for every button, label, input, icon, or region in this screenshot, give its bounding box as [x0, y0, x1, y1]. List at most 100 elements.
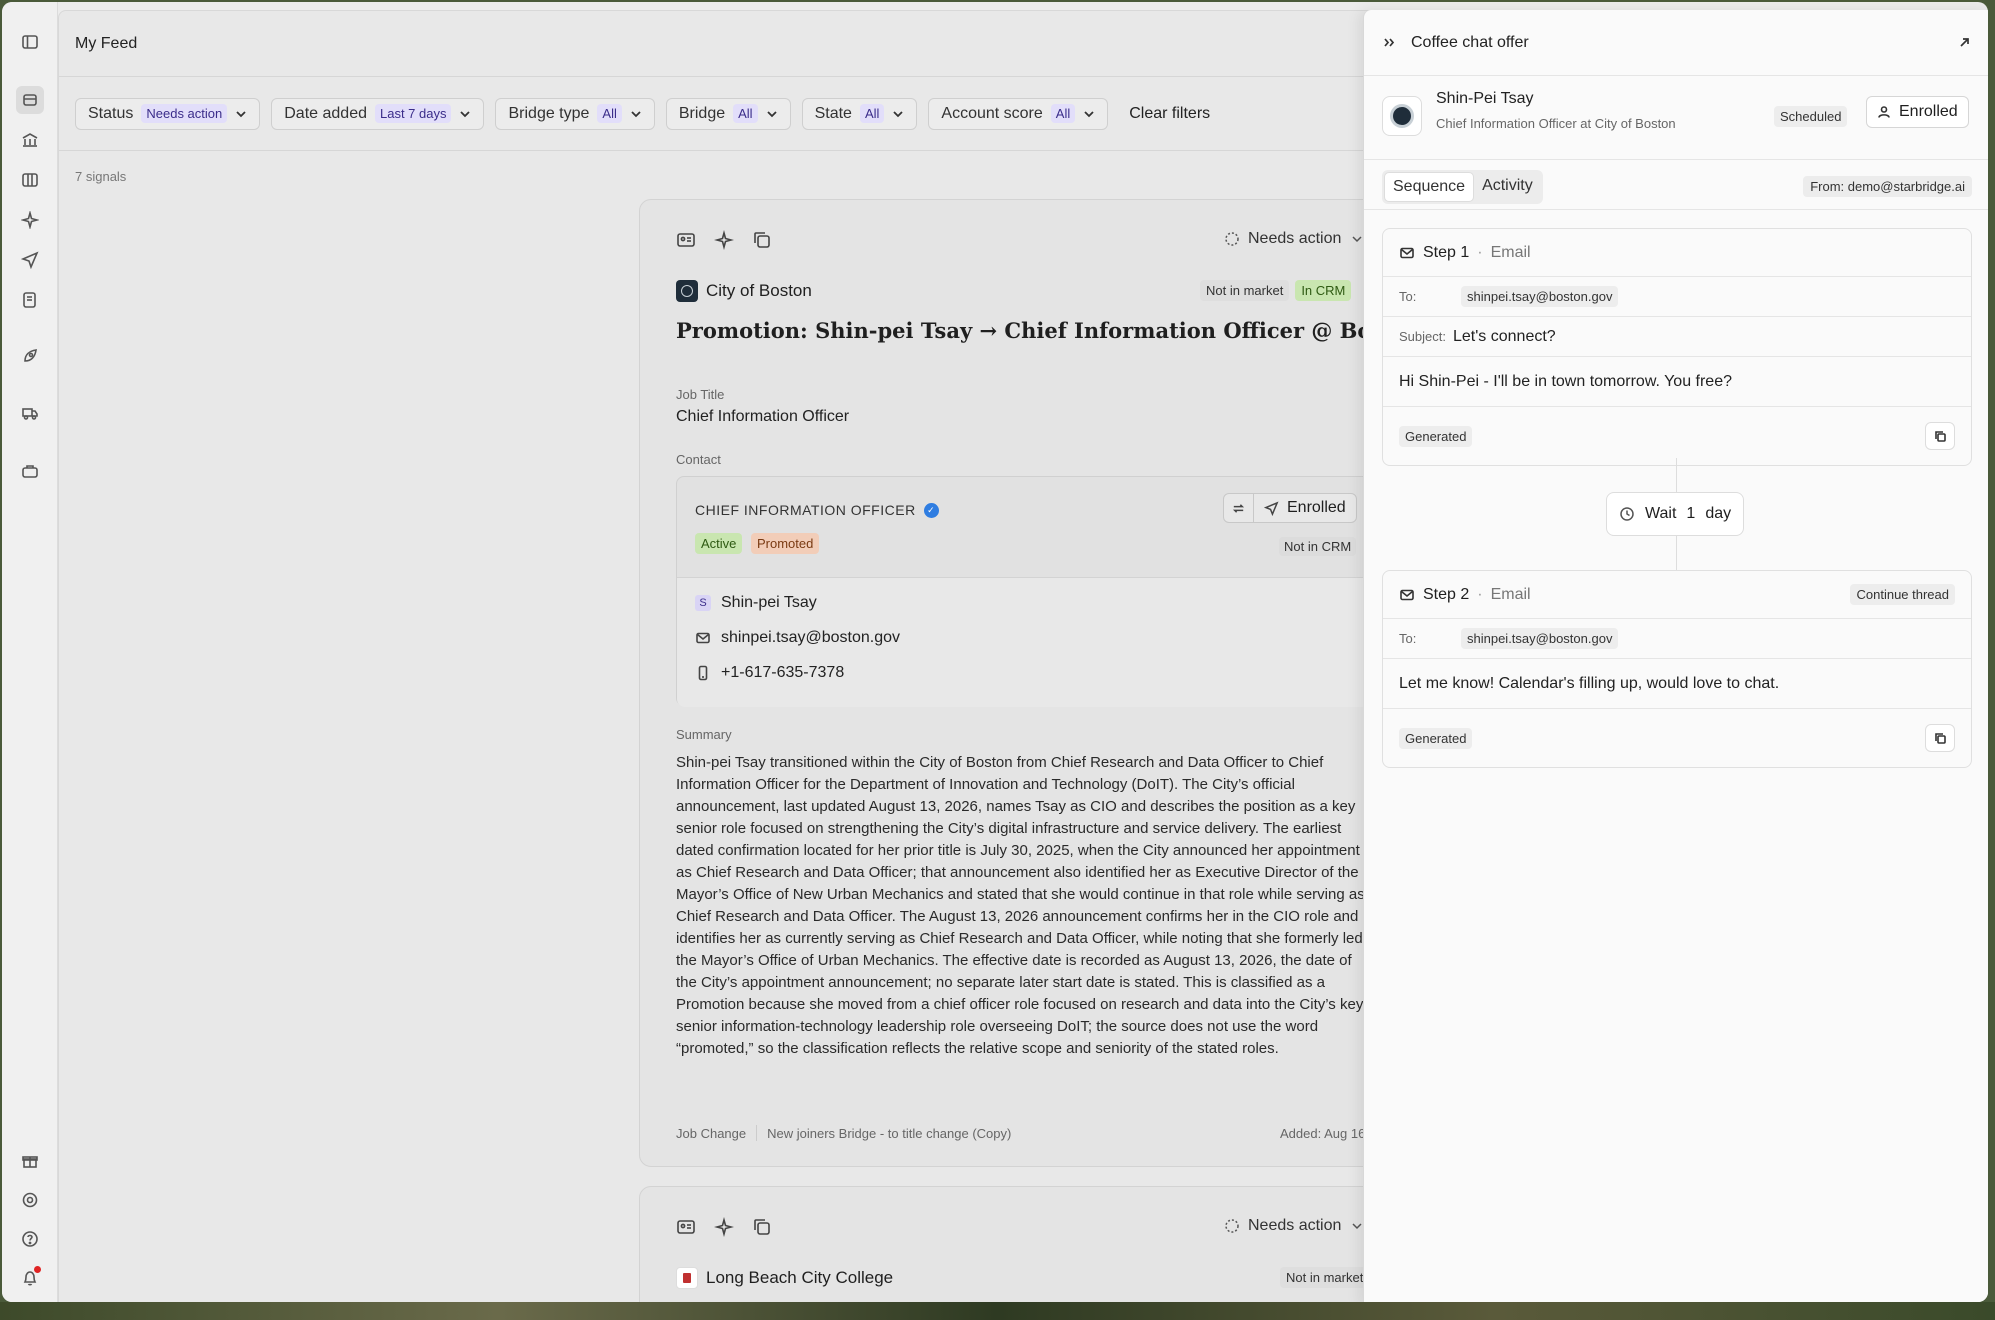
to-row: To: shinpei.tsay@boston.gov [1383, 277, 1971, 317]
person-row: Shin-Pei Tsay Chief Information Officer … [1364, 76, 1988, 160]
org-row: City of Boston [676, 280, 812, 302]
tab-sequence[interactable]: Sequence [1384, 172, 1475, 202]
filter-value: All [733, 104, 758, 123]
phone-icon [698, 665, 708, 681]
step-header: Step 1 · Email [1383, 229, 1971, 277]
chevron-down-icon [893, 110, 904, 117]
clear-filters-button[interactable]: Clear filters [1129, 105, 1210, 123]
step-type: Email [1490, 243, 1531, 261]
send-icon[interactable] [16, 246, 44, 274]
active-pill: Active [695, 533, 743, 554]
filter-state[interactable]: State All [801, 97, 918, 130]
sparkle-icon[interactable] [714, 1217, 734, 1237]
to-address[interactable]: shinpei.tsay@boston.gov [1461, 628, 1619, 649]
to-address[interactable]: shinpei.tsay@boston.gov [1461, 286, 1619, 307]
rocket-icon[interactable] [16, 342, 44, 370]
gift-icon[interactable] [16, 1147, 44, 1175]
step-footer: Generated [1383, 407, 1971, 465]
status-dropdown[interactable]: Needs action [1224, 230, 1365, 248]
org-name[interactable]: Long Beach City College [706, 1268, 893, 1288]
contact-phone[interactable]: +1-617-635-7378 [721, 664, 844, 682]
step-type: Email [1490, 585, 1531, 603]
contact-card-icon[interactable] [676, 230, 696, 250]
document-icon[interactable] [16, 286, 44, 314]
contact-details: S Shin-pei Tsay shinpei.tsay@boston.gov … [677, 577, 1405, 707]
filter-date-added[interactable]: Date added Last 7 days [271, 97, 485, 130]
clock-icon [1620, 507, 1634, 521]
filter-status[interactable]: Status Needs action [75, 97, 261, 130]
help-icon[interactable] [16, 1225, 44, 1253]
repeat-icon[interactable] [1224, 494, 1254, 522]
crm-badge[interactable]: In CRM [1295, 280, 1352, 301]
sequence-step-1: Step 1 · Email To: shinpei.tsay@boston.g… [1382, 228, 1972, 466]
filter-account-score[interactable]: Account score All [928, 97, 1109, 130]
wait-count: 1 [1686, 505, 1696, 522]
contact-name[interactable]: Shin-pei Tsay [721, 594, 817, 612]
contact-card-icon[interactable] [676, 1217, 696, 1237]
open-external-icon[interactable] [1957, 35, 1972, 50]
copy-icon[interactable] [752, 230, 772, 250]
job-title-value: Chief Information Officer [676, 408, 850, 425]
person-name[interactable]: Shin-Pei Tsay [1436, 90, 1534, 108]
body-text[interactable]: Hi Shin-Pei - I'll be in town tomorrow. … [1399, 373, 1732, 391]
card-toolbar [676, 230, 772, 250]
signal-type: Job Change [676, 1125, 747, 1141]
truck-icon[interactable] [16, 399, 44, 427]
promoted-pill: Promoted [751, 533, 820, 554]
org-logo [676, 1267, 698, 1289]
sparkle-icon[interactable] [16, 206, 44, 234]
subject-text[interactable]: Let's connect? [1453, 328, 1556, 346]
market-badge: Not in market [1280, 1267, 1370, 1288]
to-label: To: [1399, 289, 1417, 304]
contact-name-row: S Shin-pei Tsay [695, 594, 817, 612]
enrolled-button[interactable]: Enrolled [1254, 499, 1356, 517]
sparkle-icon[interactable] [714, 230, 734, 250]
card-footer: Job Change New joiners Bridge - to title… [676, 1125, 1011, 1141]
contact-phone-row: +1-617-635-7378 [695, 664, 844, 682]
sequence-step-2: Step 2 · Email Continue thread To: shinp… [1382, 570, 1972, 768]
enrolled-button[interactable]: Enrolled [1866, 96, 1969, 128]
sidebar-toggle-icon[interactable] [16, 28, 44, 56]
page-title: My Feed [75, 34, 138, 52]
contact-label: Contact [676, 452, 721, 467]
chevron-down-icon [1084, 110, 1094, 117]
body-text[interactable]: Let me know! Calendar's filling up, woul… [1399, 675, 1779, 693]
copy-button[interactable] [1925, 422, 1955, 450]
copy-button[interactable] [1925, 724, 1955, 752]
feed-icon[interactable] [16, 86, 44, 114]
user-icon [1878, 106, 1890, 118]
job-title-label: Job Title [676, 387, 725, 402]
to-label: To: [1399, 631, 1417, 646]
org-name[interactable]: City of Boston [706, 281, 812, 301]
bell-icon[interactable] [16, 1264, 44, 1292]
contact-email[interactable]: shinpei.tsay@boston.gov [721, 629, 900, 647]
wait-unit: day [1705, 505, 1732, 522]
from-address-badge[interactable]: From: demo@starbridge.ai [1803, 176, 1972, 197]
verified-icon: ✓ [923, 502, 939, 518]
step-header: Step 2 · Email Continue thread [1383, 571, 1971, 619]
copy-icon[interactable] [752, 1217, 772, 1237]
continue-thread-badge[interactable]: Continue thread [1850, 584, 1955, 605]
body-row: Hi Shin-Pei - I'll be in town tomorrow. … [1383, 357, 1971, 407]
settings-icon[interactable] [16, 1186, 44, 1214]
wait-step[interactable]: Wait 1 day [1606, 492, 1745, 536]
contact-role: CHIEF INFORMATION OFFICER [695, 502, 916, 518]
collapse-panel-icon[interactable] [1382, 35, 1397, 50]
columns-icon[interactable] [16, 166, 44, 194]
filter-value: All [859, 104, 885, 123]
badge-group: Not in market In CRM [1200, 280, 1352, 301]
bank-icon[interactable] [16, 126, 44, 154]
tab-activity[interactable]: Activity [1474, 172, 1541, 202]
status-dropdown[interactable]: Needs action [1224, 1217, 1365, 1235]
contact-title: CHIEF INFORMATION OFFICER ✓ [695, 502, 939, 518]
briefcase-icon[interactable] [16, 457, 44, 485]
enrolled-label: Enrolled [1899, 103, 1958, 120]
copy-icon [1934, 430, 1946, 442]
filter-label: Bridge type [508, 104, 590, 122]
bridge-name[interactable]: New joiners Bridge - to title change (Co… [767, 1126, 1011, 1141]
filter-label: Status [88, 104, 134, 122]
filter-bridge-type[interactable]: Bridge type All [495, 97, 655, 130]
badge-group: Not in market [1280, 1267, 1370, 1288]
filter-bridge[interactable]: Bridge All [665, 97, 791, 130]
step-footer: Generated [1383, 709, 1971, 767]
